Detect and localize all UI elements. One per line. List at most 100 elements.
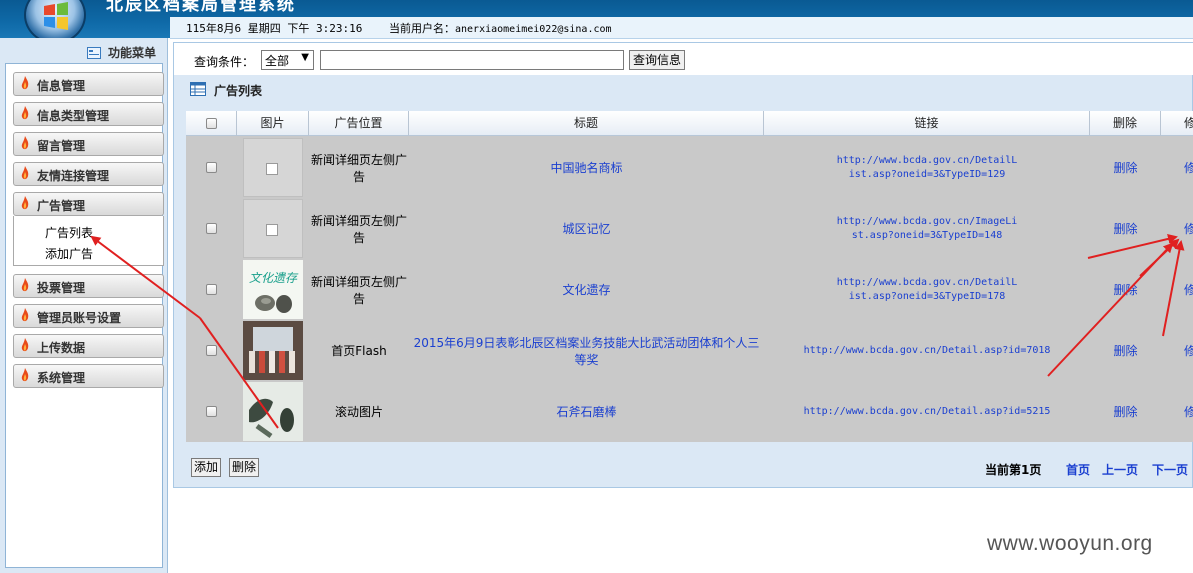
sidebar-item-label: 管理员账号设置 (37, 311, 122, 325)
sidebar-item-info[interactable]: 信息管理 (13, 72, 164, 96)
ad-thumbnail[interactable] (243, 321, 303, 380)
sidebar-item-label: 系统管理 (37, 371, 86, 385)
delete-link[interactable]: 删除 (1090, 259, 1161, 320)
table-row: 新闻详细页左侧广告 城区记忆 http://www.bcda.gov.cn/Im… (186, 198, 1193, 259)
sidebar-item-messages[interactable]: 留言管理 (13, 132, 164, 156)
header-delete: 删除 (1090, 111, 1161, 136)
ad-url-link[interactable]: http://www.bcda.gov.cn/Detail.asp?id=521… (764, 381, 1090, 442)
select-all-checkbox[interactable] (205, 118, 217, 129)
edit-link[interactable]: 修 (1161, 320, 1193, 381)
ad-title-link[interactable]: 中国驰名商标 (409, 137, 764, 198)
ad-position: 新闻详细页左侧广告 (310, 274, 407, 306)
edit-link[interactable]: 修 (1161, 259, 1193, 320)
sidebar-item-links[interactable]: 友情连接管理 (13, 162, 164, 186)
ad-url-link[interactable]: http://www.bcda.gov.cn/DetailList.asp?on… (764, 259, 1090, 320)
sidebar-item-label: 留言管理 (37, 139, 86, 153)
ad-position: 滚动图片 (334, 405, 383, 419)
search-label: 查询条件： (194, 55, 255, 69)
broken-image-icon (266, 224, 278, 236)
sidebar-item-system[interactable]: 系统管理 (13, 364, 164, 388)
stone-axe-image (243, 382, 303, 441)
dropdown-arrow-icon: ▼ (301, 52, 309, 63)
row-checkbox[interactable] (206, 223, 217, 234)
search-scope-select[interactable]: 全部 ▼ (261, 50, 314, 70)
ad-thumbnail[interactable] (243, 382, 303, 441)
submenu-add-ad[interactable]: 添加广告 (45, 245, 93, 262)
delete-link[interactable]: 删除 (1090, 381, 1161, 442)
sidebar-item-label: 信息类型管理 (37, 109, 110, 123)
ad-title-link[interactable]: 2015年6月9日表彰北辰区档案业务技能大比武活动团体和个人三等奖 (409, 320, 764, 381)
table-row: 首页Flash 2015年6月9日表彰北辰区档案业务技能大比武活动团体和个人三等… (186, 320, 1193, 381)
sidebar: 功能菜单 信息管理 信息类型管理 留言管理 友情连接管理 广告管理 广告列表 添… (0, 38, 168, 573)
sidebar-item-ads[interactable]: 广告管理 (13, 192, 164, 216)
current-user-label: 当前用户名： (389, 22, 455, 35)
header-link: 链接 (764, 111, 1090, 136)
screen: 北辰区档案局管理系统 115年8月6 星期四 下午 3:23:16 当前用户名：… (0, 0, 1193, 573)
ad-url-link[interactable]: http://www.bcda.gov.cn/DetailList.asp?on… (764, 137, 1090, 198)
ad-table: 图片 广告位置 标题 链接 删除 修 新闻详细页左侧广告 中国驰名商标 http… (186, 111, 1193, 442)
delete-link[interactable]: 删除 (1090, 320, 1161, 381)
ad-position: 新闻详细页左侧广告 (310, 152, 407, 184)
row-checkbox[interactable] (206, 345, 217, 356)
award-photo-image (243, 321, 303, 380)
ad-url-link[interactable]: http://www.bcda.gov.cn/Detail.asp?id=701… (764, 320, 1090, 381)
sidebar-item-label: 友情连接管理 (37, 169, 110, 183)
ad-thumbnail[interactable] (243, 199, 303, 258)
ad-thumbnail[interactable]: 文化遗存 (243, 260, 303, 319)
flame-icon (21, 76, 29, 90)
sidebar-item-upload[interactable]: 上传数据 (13, 334, 164, 358)
sidebar-item-admin-account[interactable]: 管理员账号设置 (13, 304, 164, 328)
flame-icon (21, 368, 29, 382)
ad-position: 新闻详细页左侧广告 (310, 213, 407, 245)
row-checkbox[interactable] (206, 162, 217, 173)
add-button[interactable]: 添加 (191, 458, 222, 477)
delete-link[interactable]: 删除 (1090, 137, 1161, 198)
sidebar-heading: 功能菜单 (108, 46, 157, 60)
header-position: 广告位置 (309, 111, 409, 136)
table-icon (190, 82, 206, 96)
table-row: 文化遗存 新闻详细页左侧广告 文化遗存 http://www.bcda.gov.… (186, 259, 1193, 320)
ad-title-link[interactable]: 城区记忆 (409, 198, 764, 259)
sidebar-item-label: 投票管理 (37, 281, 86, 295)
ads-submenu: 广告列表 添加广告 (13, 216, 164, 266)
search-scope-value: 全部 (265, 54, 290, 68)
flame-icon (21, 166, 29, 180)
next-page-link[interactable]: 下一页 (1152, 463, 1188, 477)
edit-link[interactable]: 修 (1161, 381, 1193, 442)
bulk-delete-button[interactable]: 删除 (229, 458, 260, 477)
header-image: 图片 (237, 111, 309, 136)
current-datetime: 115年8月6 星期四 下午 3:23:16 (186, 22, 363, 35)
prev-page-link[interactable]: 上一页 (1102, 463, 1138, 477)
delete-link[interactable]: 删除 (1090, 198, 1161, 259)
ad-thumbnail[interactable] (243, 138, 303, 197)
sidebar-item-label: 信息管理 (37, 79, 86, 93)
ad-url-link[interactable]: http://www.bcda.gov.cn/ImageList.asp?one… (764, 198, 1090, 259)
flame-icon (21, 136, 29, 150)
row-checkbox[interactable] (206, 406, 217, 417)
ad-position: 首页Flash (331, 344, 387, 358)
sidebar-item-info-type[interactable]: 信息类型管理 (13, 102, 164, 126)
edit-link[interactable]: 修 (1161, 198, 1193, 259)
submenu-ad-list[interactable]: 广告列表 (45, 224, 93, 241)
ad-title-link[interactable]: 石斧石磨棒 (409, 381, 764, 442)
header-select-all (186, 111, 237, 136)
first-page-link[interactable]: 首页 (1066, 463, 1090, 477)
app-title: 北辰区档案局管理系统 (106, 0, 296, 15)
flame-icon (21, 278, 29, 292)
search-input[interactable] (320, 50, 624, 70)
search-bar: 查询条件： 全部 ▼ 查询信息 (174, 43, 1193, 75)
ad-title-link[interactable]: 文化遗存 (409, 259, 764, 320)
edit-link[interactable]: 修 (1161, 137, 1193, 198)
table-row: 滚动图片 石斧石磨棒 http://www.bcda.gov.cn/Detail… (186, 381, 1193, 442)
sidebar-item-vote[interactable]: 投票管理 (13, 274, 164, 298)
header-edit: 修 (1184, 116, 1193, 130)
table-header: 图片 广告位置 标题 链接 删除 修 (186, 111, 1193, 136)
flame-icon (21, 196, 29, 210)
flame-icon (21, 106, 29, 120)
row-checkbox[interactable] (206, 284, 217, 295)
cultural-relic-image: 文化遗存 (249, 271, 299, 313)
search-button[interactable]: 查询信息 (629, 50, 686, 70)
flame-icon (21, 338, 29, 352)
status-bar: 115年8月6 星期四 下午 3:23:16 当前用户名：anerxiaomei… (170, 17, 1193, 39)
broken-image-icon (266, 163, 278, 175)
